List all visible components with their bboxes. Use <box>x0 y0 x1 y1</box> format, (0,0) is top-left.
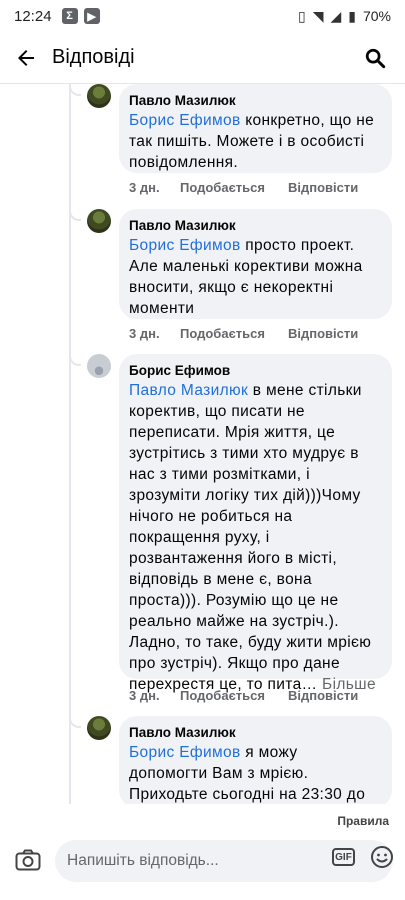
reply-input-placeholder: Напишіть відповідь... <box>67 852 219 869</box>
like-button[interactable]: Подобається <box>180 326 288 341</box>
mention-link[interactable]: Борис Ефимов <box>129 112 241 129</box>
back-button[interactable] <box>2 34 50 82</box>
comment-text: Борис Ефимов просто проект. Але маленькі… <box>129 237 363 317</box>
comment-author[interactable]: Павло Мазилюк <box>129 217 380 235</box>
mention-link[interactable]: Борис Ефимов <box>129 237 241 254</box>
thread-line <box>69 84 71 804</box>
comment-time: 3 дн. <box>129 688 160 703</box>
smiley-icon <box>371 846 393 868</box>
comment-time: 3 дн. <box>129 326 160 341</box>
mention-link[interactable]: Борис Ефимов <box>129 744 241 761</box>
sigma-app-icon: Σ <box>61 8 78 24</box>
status-bar: 12:24 Σ ▶ ▯ ◥ ◢ ▮ 70% <box>0 0 405 32</box>
gif-button[interactable]: GIF <box>332 848 355 866</box>
camera-icon <box>15 849 41 871</box>
avatar[interactable] <box>87 209 111 233</box>
arrow-left-icon <box>18 49 34 66</box>
vibrate-icon: ▯ <box>297 7 306 24</box>
replies-thread[interactable]: Павло Мазилюк Борис Ефимов конкретно, що… <box>0 84 405 804</box>
search-button[interactable] <box>357 40 393 76</box>
reply-button[interactable]: Відповісти <box>288 180 358 195</box>
battery-percent: 70% <box>362 8 391 24</box>
page-title: Відповіді <box>52 46 135 68</box>
signal-icon: ◢ <box>330 7 342 24</box>
comment-bubble[interactable]: Павло Мазилюк Борис Ефимов просто проект… <box>119 209 392 319</box>
comment-text: Борис Ефимов конкретно, що не так пишіть… <box>129 112 375 171</box>
avatar[interactable] <box>87 716 111 740</box>
like-button[interactable]: Подобається <box>180 180 288 195</box>
avatar[interactable] <box>87 354 111 378</box>
avatar[interactable] <box>87 84 111 108</box>
reply-button[interactable]: Відповісти <box>288 326 358 341</box>
comment-author[interactable]: Павло Мазилюк <box>129 92 380 110</box>
youtube-icon: ▶ <box>83 8 100 24</box>
comment-text: Борис Ефимов я можу допомогти Вам з мріє… <box>129 744 366 803</box>
comment-bubble[interactable]: Павло Мазилюк Борис Ефимов я можу допомо… <box>119 716 392 804</box>
comment-time: 3 дн. <box>129 180 160 195</box>
comment-author[interactable]: Павло Мазилюк <box>129 724 380 742</box>
comment-actions: 3 дн. Подобається Відповісти <box>129 688 358 703</box>
wifi-icon: ◥ <box>312 7 324 24</box>
status-time: 12:24 <box>14 7 52 25</box>
emoji-button[interactable] <box>370 845 394 869</box>
app-header: Відповіді <box>0 32 405 84</box>
mention-link[interactable]: Павло Мазилюк <box>129 382 248 399</box>
comment-bubble[interactable]: Борис Ефимов Павло Мазилюк в мене стільк… <box>119 354 392 693</box>
comment-actions: 3 дн. Подобається Відповісти <box>129 180 358 195</box>
camera-button[interactable] <box>14 847 42 873</box>
battery-icon: ▮ <box>348 7 356 24</box>
search-icon <box>365 48 386 69</box>
reply-composer: Напишіть відповідь... GIF <box>0 835 405 885</box>
comment-bubble[interactable]: Павло Мазилюк Борис Ефимов конкретно, що… <box>119 84 392 173</box>
rules-link[interactable]: Правила <box>337 814 389 828</box>
comment-actions: 3 дн. Подобається Відповісти <box>129 326 358 341</box>
comment-author[interactable]: Борис Ефимов <box>129 362 380 380</box>
comment-text: Павло Мазилюк в мене стільки коректив, щ… <box>129 382 376 693</box>
reply-button[interactable]: Відповісти <box>288 688 358 703</box>
like-button[interactable]: Подобається <box>180 688 288 703</box>
